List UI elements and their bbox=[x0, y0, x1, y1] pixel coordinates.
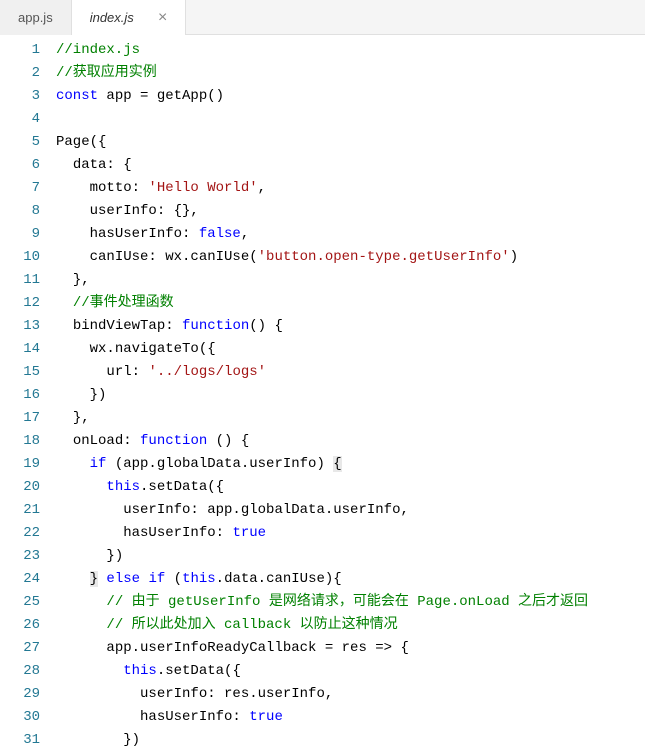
line-number: 25 bbox=[0, 591, 40, 614]
line-number: 27 bbox=[0, 637, 40, 660]
code-line[interactable]: hasUserInfo: true bbox=[56, 522, 645, 545]
code-line[interactable]: userInfo: app.globalData.userInfo, bbox=[56, 499, 645, 522]
line-number: 31 bbox=[0, 729, 40, 752]
code-line[interactable]: //事件处理函数 bbox=[56, 292, 645, 315]
code-line[interactable]: url: '../logs/logs' bbox=[56, 361, 645, 384]
code-line[interactable]: }, bbox=[56, 407, 645, 430]
line-number: 22 bbox=[0, 522, 40, 545]
code-line[interactable]: userInfo: res.userInfo, bbox=[56, 683, 645, 706]
code-line[interactable]: } else if (this.data.canIUse){ bbox=[56, 568, 645, 591]
line-number: 5 bbox=[0, 131, 40, 154]
code-line[interactable]: // 由于 getUserInfo 是网络请求，可能会在 Page.onLoad… bbox=[56, 591, 645, 614]
line-number: 28 bbox=[0, 660, 40, 683]
line-number: 20 bbox=[0, 476, 40, 499]
code-line[interactable]: userInfo: {}, bbox=[56, 200, 645, 223]
code-line[interactable]: hasUserInfo: true bbox=[56, 706, 645, 729]
line-number-gutter: 1234567891011121314151617181920212223242… bbox=[0, 35, 56, 746]
line-number: 16 bbox=[0, 384, 40, 407]
code-line[interactable]: //获取应用实例 bbox=[56, 62, 645, 85]
line-number: 6 bbox=[0, 154, 40, 177]
code-line[interactable]: wx.navigateTo({ bbox=[56, 338, 645, 361]
line-number: 1 bbox=[0, 39, 40, 62]
line-number: 14 bbox=[0, 338, 40, 361]
code-line[interactable]: hasUserInfo: false, bbox=[56, 223, 645, 246]
code-content[interactable]: //index.js//获取应用实例const app = getApp() Pa… bbox=[56, 35, 645, 746]
code-line[interactable]: Page({ bbox=[56, 131, 645, 154]
line-number: 19 bbox=[0, 453, 40, 476]
code-line[interactable]: app.userInfoReadyCallback = res => { bbox=[56, 637, 645, 660]
tab-label: app.js bbox=[18, 10, 53, 25]
line-number: 13 bbox=[0, 315, 40, 338]
tab-app-js[interactable]: app.js bbox=[0, 0, 72, 35]
line-number: 26 bbox=[0, 614, 40, 637]
line-number: 18 bbox=[0, 430, 40, 453]
line-number: 15 bbox=[0, 361, 40, 384]
tab-bar: app.js index.js × bbox=[0, 0, 645, 35]
line-number: 7 bbox=[0, 177, 40, 200]
tab-index-js[interactable]: index.js × bbox=[72, 0, 186, 35]
code-line[interactable] bbox=[56, 108, 645, 131]
code-line[interactable]: onLoad: function () { bbox=[56, 430, 645, 453]
code-line[interactable]: if (app.globalData.userInfo) { bbox=[56, 453, 645, 476]
code-line[interactable]: const app = getApp() bbox=[56, 85, 645, 108]
code-line[interactable]: this.setData({ bbox=[56, 660, 645, 683]
line-number: 30 bbox=[0, 706, 40, 729]
line-number: 9 bbox=[0, 223, 40, 246]
code-line[interactable]: }) bbox=[56, 729, 645, 746]
code-line[interactable]: this.setData({ bbox=[56, 476, 645, 499]
code-line[interactable]: }, bbox=[56, 269, 645, 292]
code-line[interactable]: motto: 'Hello World', bbox=[56, 177, 645, 200]
code-line[interactable]: canIUse: wx.canIUse('button.open-type.ge… bbox=[56, 246, 645, 269]
code-line[interactable]: //index.js bbox=[56, 39, 645, 62]
line-number: 10 bbox=[0, 246, 40, 269]
line-number: 2 bbox=[0, 62, 40, 85]
line-number: 29 bbox=[0, 683, 40, 706]
code-line[interactable]: bindViewTap: function() { bbox=[56, 315, 645, 338]
code-editor[interactable]: 1234567891011121314151617181920212223242… bbox=[0, 35, 645, 746]
line-number: 23 bbox=[0, 545, 40, 568]
code-line[interactable]: data: { bbox=[56, 154, 645, 177]
code-line[interactable]: }) bbox=[56, 384, 645, 407]
line-number: 21 bbox=[0, 499, 40, 522]
code-line[interactable]: }) bbox=[56, 545, 645, 568]
close-icon[interactable]: × bbox=[158, 9, 167, 27]
code-line[interactable]: // 所以此处加入 callback 以防止这种情况 bbox=[56, 614, 645, 637]
line-number: 3 bbox=[0, 85, 40, 108]
line-number: 4 bbox=[0, 108, 40, 131]
tab-label: index.js bbox=[90, 10, 134, 25]
line-number: 8 bbox=[0, 200, 40, 223]
line-number: 11 bbox=[0, 269, 40, 292]
line-number: 24 bbox=[0, 568, 40, 591]
line-number: 17 bbox=[0, 407, 40, 430]
line-number: 12 bbox=[0, 292, 40, 315]
